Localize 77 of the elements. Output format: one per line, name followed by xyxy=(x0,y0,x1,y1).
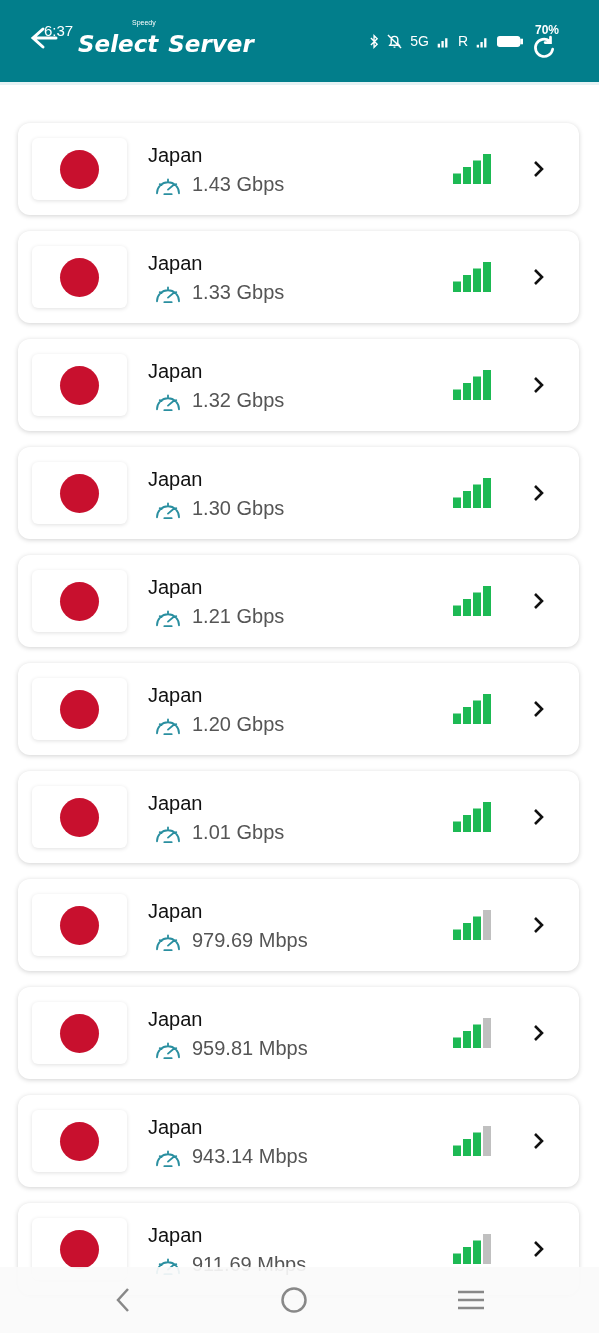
country-name: Japan xyxy=(148,900,204,923)
refresh-icon[interactable] xyxy=(531,35,557,61)
flag-icon xyxy=(32,1110,127,1172)
menu-icon[interactable] xyxy=(456,1289,485,1311)
country-name: Japan xyxy=(148,252,204,275)
server-card[interactable]: Japan 1.32 Gbps xyxy=(18,339,579,431)
flag-icon xyxy=(32,678,127,740)
server-card[interactable]: Japan 979.69 Mbps xyxy=(18,879,579,971)
network-type: 5G xyxy=(410,33,429,49)
status-time: 6:37 xyxy=(44,22,74,39)
chevron-right-icon xyxy=(533,376,545,394)
country-name: Japan xyxy=(148,576,204,599)
screen-title: Select xyxy=(78,31,159,57)
country-name: Japan xyxy=(148,144,204,167)
signal-strength-icon xyxy=(453,694,491,724)
chevron-right-icon xyxy=(533,592,545,610)
country-name: Japan xyxy=(148,792,204,815)
server-card[interactable]: Japan 1.33 Gbps xyxy=(18,231,579,323)
server-card[interactable]: Japan 1.21 Gbps xyxy=(18,555,579,647)
chevron-right-icon xyxy=(533,484,545,502)
chevron-right-icon xyxy=(533,1024,545,1042)
signal-strength-icon xyxy=(453,1126,491,1156)
flag-icon xyxy=(32,894,127,956)
country-name: Japan xyxy=(148,1224,204,1247)
back-icon[interactable] xyxy=(114,1287,131,1313)
signal-strength-icon xyxy=(453,478,491,508)
speed-value: 1.33 Gbps xyxy=(192,281,285,304)
chevron-right-icon xyxy=(533,916,545,934)
server-card[interactable]: Japan 1.30 Gbps xyxy=(18,447,579,539)
country-name: Japan xyxy=(148,684,204,707)
server-card[interactable]: Japan 1.43 Gbps xyxy=(18,123,579,215)
server-card[interactable]: Japan 943.14 Mbps xyxy=(18,1095,579,1187)
battery-percent: 70% xyxy=(535,23,560,37)
country-name: Japan xyxy=(148,1008,204,1031)
server-card[interactable]: Japan 1.20 Gbps xyxy=(18,663,579,755)
signal-strength-icon xyxy=(453,910,491,940)
flag-icon xyxy=(32,354,127,416)
screen-title: Server xyxy=(168,31,254,57)
flag-icon xyxy=(32,570,127,632)
signal-strength-icon xyxy=(453,154,491,184)
flag-icon xyxy=(32,1002,127,1064)
chevron-right-icon xyxy=(533,1132,545,1150)
signal-strength-icon xyxy=(453,262,491,292)
speed-value: 943.14 Mbps xyxy=(192,1145,308,1168)
speed-value: 1.32 Gbps xyxy=(192,389,285,412)
chevron-right-icon xyxy=(533,1240,545,1258)
speed-value: 1.21 Gbps xyxy=(192,605,285,628)
server-card[interactable]: Japan 1.01 Gbps xyxy=(18,771,579,863)
signal-strength-icon xyxy=(453,370,491,400)
signal-strength-icon xyxy=(453,586,491,616)
flag-icon xyxy=(32,246,127,308)
signal-strength-icon xyxy=(453,802,491,832)
speed-value: 979.69 Mbps xyxy=(192,929,308,952)
chevron-right-icon xyxy=(533,268,545,286)
signal-strength-icon xyxy=(453,1018,491,1048)
speed-value: 1.30 Gbps xyxy=(192,497,285,520)
chevron-right-icon xyxy=(533,808,545,826)
speed-value: 959.81 Mbps xyxy=(192,1037,308,1060)
country-name: Japan xyxy=(148,360,204,383)
speed-value: 911.69 Mbps xyxy=(192,1253,307,1276)
speed-value: 1.01 Gbps xyxy=(192,821,285,844)
server-card[interactable]: Japan 959.81 Mbps xyxy=(18,987,579,1079)
chevron-right-icon xyxy=(533,160,545,178)
battery-icon xyxy=(497,34,523,48)
flag-icon xyxy=(32,138,127,200)
flag-icon xyxy=(32,786,127,848)
country-name: Japan xyxy=(148,468,204,491)
bluetooth-icon xyxy=(370,33,380,49)
chevron-right-icon xyxy=(533,700,545,718)
country-name: Japan xyxy=(148,1116,204,1139)
roaming-indicator: R xyxy=(457,33,468,49)
speed-value: 1.20 Gbps xyxy=(192,713,285,736)
muted-bell-icon xyxy=(387,33,403,49)
speed-value: 1.43 Gbps xyxy=(192,173,285,196)
flag-icon xyxy=(32,462,127,524)
home-icon[interactable] xyxy=(279,1286,308,1314)
signal-strength-icon xyxy=(453,1234,491,1264)
